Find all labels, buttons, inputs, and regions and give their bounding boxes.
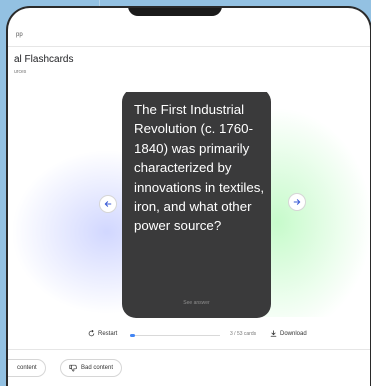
previous-card-button[interactable]	[99, 195, 117, 213]
header-divider	[8, 46, 370, 47]
card-count: 3 / 53 cards	[230, 331, 257, 337]
see-answer-button[interactable]: See answer	[122, 300, 271, 306]
flashcard-question: The First Industrial Revolution (c. 1760…	[134, 102, 265, 234]
breadcrumb[interactable]: pp	[16, 32, 23, 38]
download-icon	[270, 330, 277, 337]
page-subtitle: urces	[14, 69, 27, 75]
progress-fill	[130, 334, 135, 337]
camera-notch	[128, 8, 222, 16]
download-label: Download	[280, 330, 307, 337]
progress-bar	[130, 334, 220, 337]
arrow-left-icon	[104, 201, 112, 207]
good-content-label: content	[17, 365, 37, 371]
flashcard-controls: Restart 3 / 53 cards Download	[8, 329, 370, 343]
next-card-button[interactable]	[288, 193, 306, 211]
footer-divider	[8, 349, 370, 350]
page-title: al Flashcards	[14, 54, 74, 65]
good-content-button[interactable]: content	[8, 359, 46, 377]
flashcard[interactable]: The First Industrial Revolution (c. 1760…	[122, 92, 271, 318]
arrow-right-icon	[293, 199, 301, 205]
download-button[interactable]: Download	[270, 330, 307, 337]
bad-content-label: Bad content	[81, 365, 114, 371]
flashcard-stage: The First Industrial Revolution (c. 1760…	[8, 92, 370, 337]
restart-icon	[88, 330, 95, 337]
thumbs-down-icon	[69, 364, 77, 372]
bad-content-button[interactable]: Bad content	[60, 359, 123, 377]
device-frame: pp al Flashcards urces The First Industr…	[6, 6, 371, 386]
restart-button[interactable]: Restart	[88, 330, 117, 337]
restart-label: Restart	[98, 330, 118, 337]
